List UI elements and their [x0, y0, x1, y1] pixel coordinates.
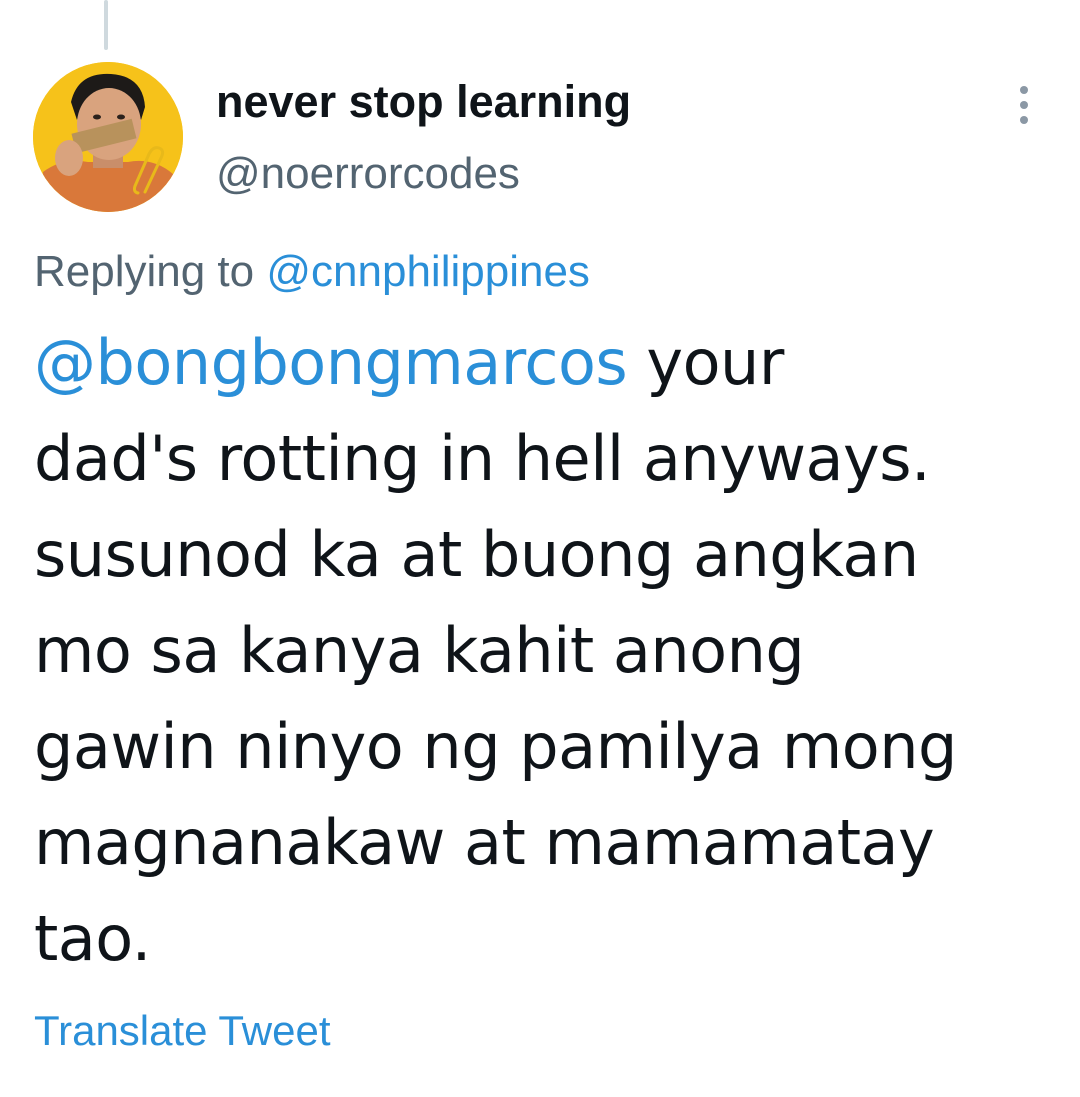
more-vertical-icon: [1020, 86, 1028, 94]
reply-mention-link[interactable]: @cnnphilippines: [266, 247, 590, 296]
translate-tweet-link[interactable]: Translate Tweet: [34, 1003, 330, 1059]
avatar[interactable]: [33, 62, 183, 212]
tweet-line: gawin ninyo ng pamilya mong: [34, 710, 957, 783]
more-vertical-icon-dot: [1020, 116, 1028, 124]
tweet-mention-link[interactable]: @bongbongmarcos: [34, 326, 628, 399]
tweet-line-text: your: [627, 326, 784, 399]
tweet-line: magnanakaw at mamamatay: [34, 806, 935, 879]
reply-context-prefix: Replying to: [34, 247, 255, 296]
tweet-line: tao.: [34, 902, 151, 975]
more-vertical-icon-dot: [1020, 101, 1028, 109]
tweet-text: @bongbongmarcos your dad's rotting in he…: [34, 315, 1064, 987]
thread-connector-line: [104, 0, 108, 50]
tweet-line: dad's rotting in hell anyways.: [34, 422, 931, 495]
avatar-image: [33, 62, 183, 212]
tweet-line: mo sa kanya kahit anong: [34, 614, 805, 687]
author-display-name[interactable]: never stop learning: [216, 74, 631, 130]
tweet-line: @bongbongmarcos your: [34, 315, 1064, 411]
reply-context: Replying to @cnnphilippines: [34, 244, 590, 300]
author-handle[interactable]: @noerrorcodes: [216, 146, 520, 202]
tweet-line: susunod ka at buong angkan: [34, 518, 919, 591]
more-options-button[interactable]: [1004, 80, 1044, 130]
